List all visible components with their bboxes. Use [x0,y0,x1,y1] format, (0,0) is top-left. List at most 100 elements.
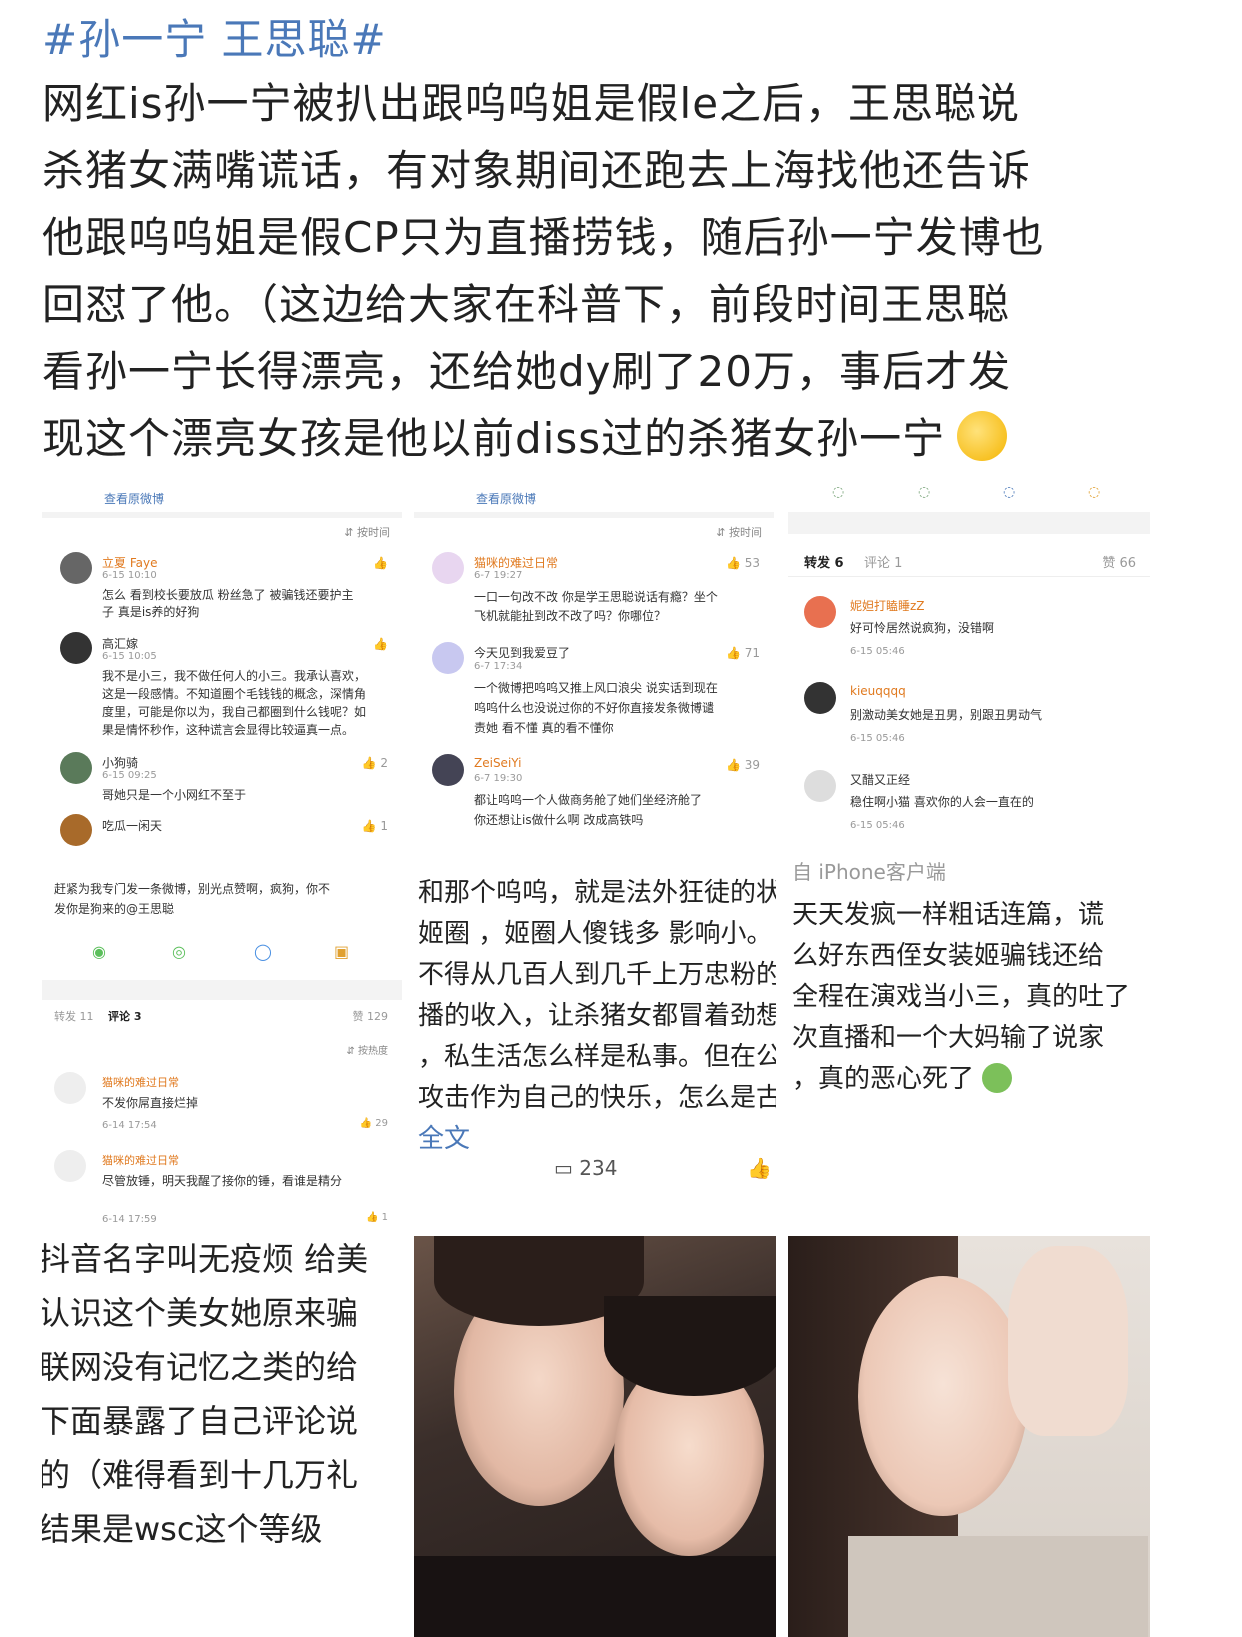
like-total[interactable]: 赞 66 [1102,552,1136,571]
tab-repost[interactable]: 转发 6 [804,552,844,571]
avatar[interactable] [804,596,836,628]
like-count[interactable]: 👍 1 [366,1212,388,1223]
comment-time: 6-15 10:05 [102,651,157,662]
like-count[interactable]: 👍 2 [362,756,388,770]
post-text-line: 播的收入，让杀猪女都冒着劲想 [418,1001,776,1031]
post-line: 杀猪女满嘴谎话，有对象期间还跑去上海找他还告诉 [42,146,1032,195]
comment-time: 6-15 10:10 [102,570,157,581]
comment-author[interactable]: 猫咪的难过日常 [474,554,558,571]
post-hashtag[interactable]: #孙一宁 王思聪# [42,6,387,67]
screenshot-panel-7: 抖音名字叫无疫烦 给美 认识这个美女她原来骗 联网没有记忆之类的给 下面暴露了自… [42,1236,402,1637]
post-text-line: 全程在演戏当小三，真的吐了 [792,982,1131,1012]
comment-text: 度里，可能是你以为，我自己都圈到什么钱呢？如 [102,705,367,719]
post-text-line: 攻击作为自己的快乐，怎么是古 [418,1083,776,1113]
comment-text: 果是情怀秒作，这种谎言会显得比较逼真一点。 [102,723,355,737]
comment-author[interactable]: ZeiSeiYi [474,756,522,770]
sort-toggle[interactable]: ⇵ 按时间 [716,524,762,540]
comment-text: 一口一句改不改 你是学王思聪说话有瘾？坐个 [474,590,718,604]
comment-time: 6-7 17:34 [474,661,523,672]
post-text-line: ，私生活怎么样是私事。但在公 [418,1042,776,1072]
like-icon[interactable]: 👍 [747,1156,772,1180]
like-count[interactable]: 👍 39 [726,758,760,772]
comment-text: 尽管放锤，明天我醒了接你的锤，看谁是精分 [102,1174,343,1188]
comment-author[interactable]: 猫咪的难过日常 [102,1152,179,1168]
like-count[interactable]: 👍 1 [362,819,388,833]
post-body: 网红is孙一宁被扒出跟呜呜姐是假le之后，王思聪说 杀猪女满嘴谎话，有对象期间还… [42,70,1207,472]
comment-text: 责她 看不懂 真的看不懂你 [474,721,614,735]
thumbs-up-icon[interactable]: 👍 [373,556,388,570]
wechat-icon[interactable]: ◉ [92,942,106,961]
selfie-photo-two-women[interactable] [414,1236,776,1637]
screenshot-panel-4: 赶紧为我专门发一条微博，别光点赞啊，疯狗，你不 发你是狗来的@王思聪 ◉ ◎ ◯… [42,858,402,1226]
share-row: ◉ ◎ ◯ ▣ [42,942,402,966]
comment-time: 6-15 05:46 [850,646,905,657]
screenshot-panel-5: 和那个呜呜，就是法外狂徒的状 姬圈 ，姬圈人傻钱多 影响小。 不得从几百人到几千… [414,858,776,1226]
avatar[interactable] [54,1150,86,1182]
comment-time: 6-15 05:46 [850,733,905,744]
post-text-line: 下面暴露了自己评论说 [42,1402,359,1440]
comment-text: 一个微博把呜呜又推上风口浪尖 说实话到现在 [474,681,718,695]
comment-author[interactable]: kieuqqqq [850,684,906,698]
comment-icon: ▭ [554,1156,580,1180]
selfie-photo-woman[interactable] [788,1236,1150,1637]
avatar[interactable] [60,632,92,664]
avatar[interactable] [54,1072,86,1104]
tab-repost[interactable]: 转发 11 [54,1008,94,1024]
like-count[interactable]: 👍 53 [726,556,760,570]
comment-author[interactable]: 猫咪的难过日常 [102,1074,179,1090]
avatar[interactable] [432,642,464,674]
post-text-line: 天天发疯一样粗话连篇，谎 [792,900,1105,930]
comment-time: 6-15 05:46 [850,820,905,831]
comment-text: 呜呜什么也没说过你的不好你直接发条微博谴 [474,701,715,715]
view-original-link[interactable]: 查看原微博 [104,490,164,507]
like-count[interactable]: 👍 29 [360,1118,388,1129]
share-icon[interactable]: ◌ [1088,484,1100,500]
share-icon[interactable]: ▣ [334,942,349,961]
post-text-line: 认识这个美女她原来骗 [42,1294,359,1332]
comment-text: 我不是小三，我不做任何人的小三。我承认喜欢， [102,669,367,683]
thumbs-up-icon[interactable]: 👍 [373,637,388,651]
post-line: 回怼了他。（这边给大家在科普下，前段时间王思聪 [42,280,1011,329]
comment-time: 6-7 19:30 [474,773,523,784]
qq-icon[interactable]: ◌ [1003,484,1015,500]
comment-author[interactable]: 吃瓜一闲天 [102,817,162,834]
full-text-link[interactable]: 全文 [418,1118,470,1161]
view-original-link[interactable]: 查看原微博 [476,490,536,507]
post-line: 看孙一宁长得漂亮，还给她dy刷了20万，事后才发 [42,347,1011,396]
avatar[interactable] [432,552,464,584]
comment-author[interactable]: 小狗骑 [102,754,138,771]
tab-comment[interactable]: 评论 3 [108,1008,141,1024]
avatar[interactable] [804,770,836,802]
avatar[interactable] [804,682,836,714]
sort-icon: ⇵ [344,526,357,539]
post-text-line: 和那个呜呜，就是法外狂徒的状 [418,878,776,908]
smiling-face-icon [957,411,1008,461]
action-icon-row: ◌ ◌ ◌ ◌ [788,484,1150,504]
source-label: 自 iPhone客户端 [792,860,946,884]
post-text-line: 的（难得看到十几万礼 [42,1456,359,1494]
sort-toggle[interactable]: ⇵ 按热度 [346,1042,388,1057]
comment-text: 不发你屌直接烂掉 [102,1096,199,1110]
comment-author[interactable]: 妮妲打瞌睡zZ [850,597,925,614]
comment-author[interactable]: 今天见到我爱豆了 [474,644,570,661]
qq-icon[interactable]: ◯ [254,942,272,961]
screenshot-panel-3: ◌ ◌ ◌ ◌ 转发 6 评论 1 赞 66 妮妲打瞌睡zZ 好可怜居然说疯狗，… [788,480,1150,850]
moments-icon[interactable]: ◌ [918,484,930,500]
comment-text: 别激动美女她是丑男，别跟丑男动气 [850,708,1043,722]
like-total[interactable]: 赞 129 [353,1008,389,1024]
like-count[interactable]: 👍 71 [726,646,760,660]
moments-icon[interactable]: ◎ [172,942,186,961]
comment-author[interactable]: 立夏 Faye [102,554,157,571]
comment-button[interactable]: ▭ 234 [554,1156,617,1180]
avatar[interactable] [432,754,464,786]
comment-author[interactable]: 又醋又正经 [850,771,910,788]
avatar[interactable] [60,814,92,846]
comment-author[interactable]: 高汇嫁 [102,635,138,652]
avatar[interactable] [60,752,92,784]
wechat-icon[interactable]: ◌ [832,484,844,500]
comment-text: 子 真是is养的好狗 [102,605,200,619]
comment-text: 稳住啊小猫 喜欢你的人会一直在的 [850,795,1034,809]
tab-comment[interactable]: 评论 1 [864,552,902,571]
sort-toggle[interactable]: ⇵ 按时间 [344,524,390,540]
avatar[interactable] [60,552,92,584]
